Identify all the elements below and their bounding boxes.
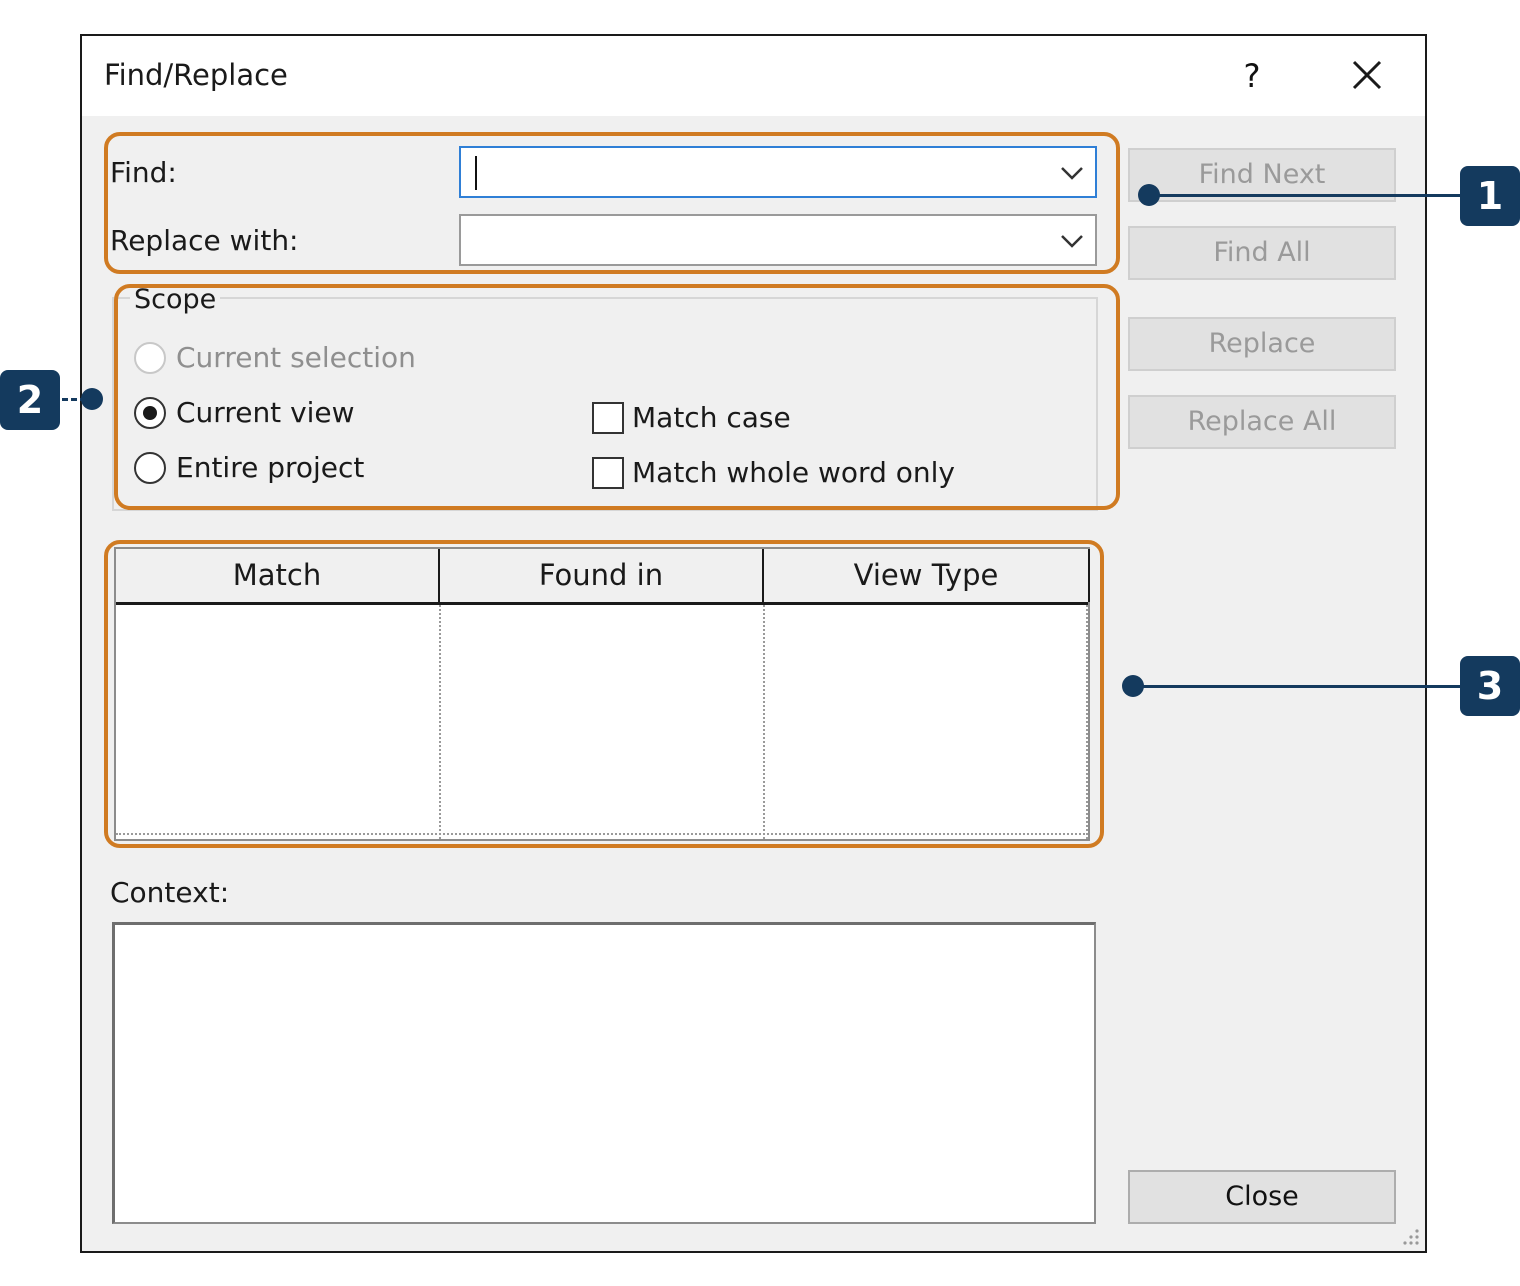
close-button[interactable]: Close bbox=[1128, 1170, 1396, 1224]
close-icon[interactable] bbox=[1337, 48, 1397, 104]
callout-leader-line bbox=[1132, 685, 1462, 688]
callout-dot bbox=[81, 388, 103, 410]
highlight-find-fields bbox=[104, 132, 1120, 274]
highlight-scope-options bbox=[114, 284, 1120, 510]
help-button[interactable]: ? bbox=[1222, 48, 1282, 104]
callout-leader-line bbox=[1148, 194, 1462, 197]
dialog-title: Find/Replace bbox=[104, 58, 288, 92]
callout-badge-3: 3 bbox=[1460, 656, 1520, 716]
callout-badge-2: 2 bbox=[0, 370, 60, 430]
replace-all-button[interactable]: Replace All bbox=[1128, 395, 1396, 449]
resize-grip-icon[interactable] bbox=[1399, 1225, 1421, 1247]
context-textarea[interactable] bbox=[112, 922, 1096, 1224]
replace-button[interactable]: Replace bbox=[1128, 317, 1396, 371]
highlight-results-table bbox=[104, 540, 1104, 848]
title-bar: Find/Replace ? bbox=[82, 36, 1425, 116]
context-label: Context: bbox=[110, 876, 230, 909]
callout-badge-1: 1 bbox=[1460, 166, 1520, 226]
find-all-button[interactable]: Find All bbox=[1128, 226, 1396, 280]
